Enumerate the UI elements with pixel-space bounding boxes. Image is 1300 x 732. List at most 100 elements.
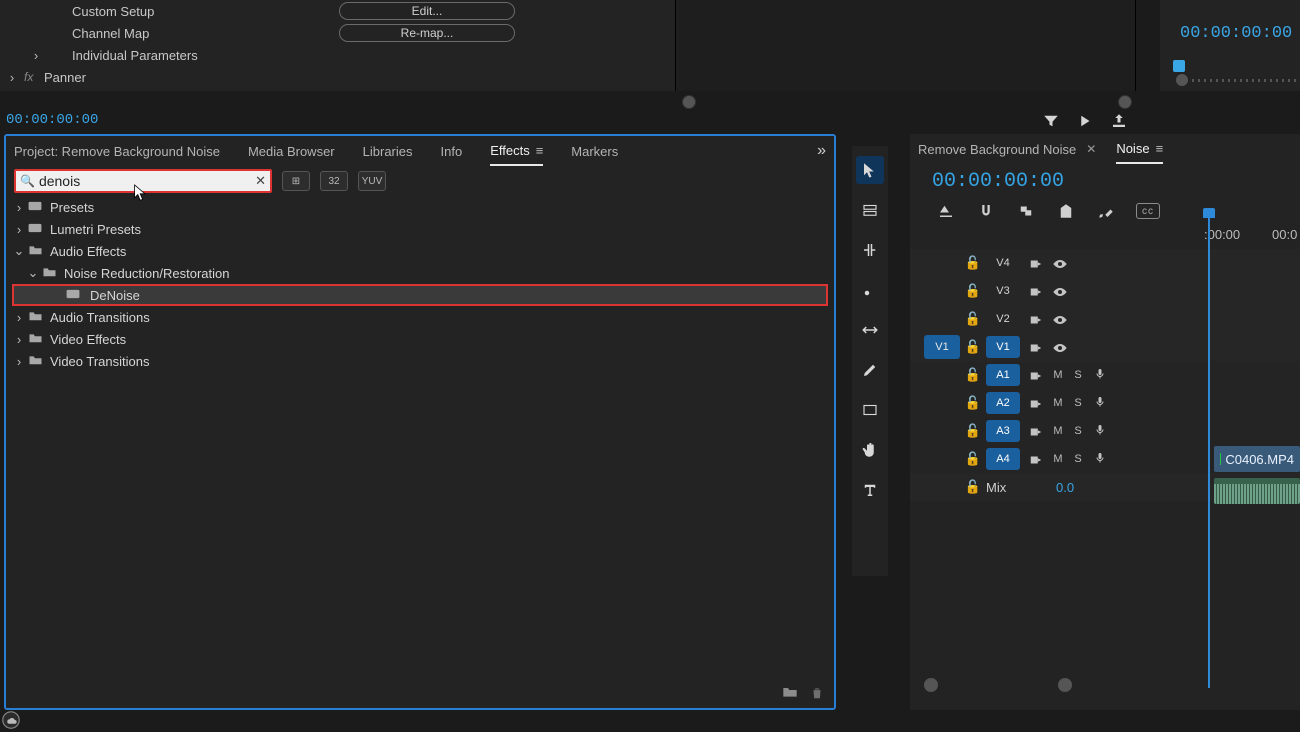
sync-lock-icon[interactable] [1024, 423, 1048, 439]
track-label[interactable]: V3 [986, 280, 1020, 302]
track-label[interactable]: A2 [986, 392, 1020, 414]
trash-icon[interactable] [810, 685, 824, 704]
track-a3[interactable]: 🔓 A3 M S [910, 417, 1300, 445]
track-select-tool[interactable] [856, 196, 884, 224]
toggle-output-icon[interactable] [1048, 312, 1072, 327]
voiceover-record-icon[interactable] [1088, 423, 1112, 440]
solo-toggle[interactable]: S [1068, 425, 1088, 437]
close-tab-icon[interactable]: ✕ [1086, 142, 1096, 156]
track-a2[interactable]: 🔓 A2 M S [910, 389, 1300, 417]
source-patch-v1[interactable]: V1 [924, 335, 960, 359]
tab-info[interactable]: Info [441, 136, 463, 166]
tree-presets[interactable]: › Presets [6, 196, 834, 218]
chevron-down-icon[interactable]: ⌄ [24, 265, 42, 281]
lock-icon[interactable]: 🔓 [964, 311, 982, 327]
track-v2[interactable]: 🔓 V2 [910, 305, 1300, 333]
track-label[interactable]: V4 [986, 252, 1020, 274]
pen-tool[interactable] [856, 356, 884, 384]
filter-icon[interactable] [1042, 112, 1060, 133]
scroll-thumb[interactable] [682, 95, 696, 109]
tab-libraries[interactable]: Libraries [363, 136, 413, 166]
timeline-ruler[interactable]: :00:00 00:0 [1200, 227, 1300, 245]
rectangle-tool[interactable] [856, 396, 884, 424]
sync-lock-icon[interactable] [1024, 283, 1048, 299]
clip-audio-c0406[interactable] [1214, 478, 1300, 504]
track-label[interactable]: A1 [986, 364, 1020, 386]
tab-effects[interactable]: Effects≡ [490, 136, 543, 166]
tree-lumetri-presets[interactable]: › Lumetri Presets [6, 218, 834, 240]
settings-icon[interactable] [1096, 201, 1116, 221]
mute-toggle[interactable]: M [1048, 425, 1068, 437]
playhead[interactable] [1208, 208, 1210, 688]
type-tool[interactable] [856, 476, 884, 504]
toggle-output-icon[interactable] [1048, 256, 1072, 271]
timeline-zoom-scroll[interactable] [924, 678, 1072, 692]
scroll-thumb[interactable] [1118, 95, 1132, 109]
voiceover-record-icon[interactable] [1088, 395, 1112, 412]
tree-audio-effects[interactable]: ⌄ Audio Effects [6, 240, 834, 262]
effects-search-input[interactable] [39, 173, 255, 189]
track-v1[interactable]: V1 🔓 V1 [910, 333, 1300, 361]
sync-lock-icon[interactable] [1024, 395, 1048, 411]
tab-markers[interactable]: Markers [571, 136, 618, 166]
yuv-filter[interactable]: YUV [358, 171, 386, 191]
sync-lock-icon[interactable] [1024, 311, 1048, 327]
sync-lock-icon[interactable] [1024, 367, 1048, 383]
ripple-edit-tool[interactable] [856, 236, 884, 264]
razor-tool[interactable] [856, 276, 884, 304]
captions-toggle[interactable]: cc [1136, 203, 1160, 219]
selection-tool[interactable] [856, 156, 884, 184]
panel-menu-icon[interactable]: ≡ [1156, 141, 1164, 156]
track-label[interactable]: A4 [986, 448, 1020, 470]
timeline-timecode[interactable]: 00:00:00:00 [910, 164, 1300, 199]
add-marker-icon[interactable] [1056, 201, 1076, 221]
toggle-output-icon[interactable] [1048, 340, 1072, 355]
panel-menu-icon[interactable]: ≡ [536, 143, 544, 158]
lock-icon[interactable]: 🔓 [964, 451, 982, 467]
remap-button[interactable]: Re-map... [339, 24, 515, 42]
lock-icon[interactable]: 🔓 [964, 367, 982, 383]
tab-sequence-noise[interactable]: Noise ≡ [1116, 134, 1163, 164]
mute-toggle[interactable]: M [1048, 369, 1068, 381]
track-label[interactable]: A3 [986, 420, 1020, 442]
accelerated-effects-filter[interactable]: ⊞ [282, 171, 310, 191]
zoom-handle[interactable] [1058, 678, 1072, 692]
zoom-slider[interactable] [1186, 79, 1296, 82]
source-timecode[interactable]: 00:00:00:00 [6, 112, 98, 128]
chevron-right-icon[interactable]: › [10, 310, 28, 325]
track-v4[interactable]: 🔓 V4 [910, 249, 1300, 277]
voiceover-record-icon[interactable] [1088, 451, 1112, 468]
expand-individual-parameters[interactable]: › [24, 48, 48, 63]
insert-sequence-icon[interactable] [936, 201, 956, 221]
export-icon[interactable] [1110, 112, 1128, 133]
tree-item-denoise[interactable]: DeNoise [12, 284, 828, 306]
lock-icon[interactable]: 🔓 [964, 283, 982, 299]
lock-icon[interactable]: 🔓 [964, 255, 982, 271]
track-a1[interactable]: 🔓 A1 M S [910, 361, 1300, 389]
mute-toggle[interactable]: M [1048, 397, 1068, 409]
new-bin-icon[interactable] [782, 685, 798, 704]
solo-toggle[interactable]: S [1068, 453, 1088, 465]
snap-icon[interactable] [976, 201, 996, 221]
tree-audio-transitions[interactable]: › Audio Transitions [6, 306, 834, 328]
expand-panner[interactable]: › [0, 70, 24, 85]
lock-icon[interactable]: 🔓 [964, 423, 982, 439]
clear-search-icon[interactable]: ✕ [255, 173, 266, 189]
zoom-handle[interactable] [924, 678, 938, 692]
mute-toggle[interactable]: M [1048, 453, 1068, 465]
track-label[interactable]: V2 [986, 308, 1020, 330]
edit-button[interactable]: Edit... [339, 2, 515, 20]
track-v3[interactable]: 🔓 V3 [910, 277, 1300, 305]
toggle-output-icon[interactable] [1048, 284, 1072, 299]
lock-icon[interactable]: 🔓 [964, 395, 982, 411]
tree-video-transitions[interactable]: › Video Transitions [6, 350, 834, 372]
32bit-filter[interactable]: 32 [320, 171, 348, 191]
chevron-right-icon[interactable]: › [10, 200, 28, 215]
tab-sequence-remove-bg-noise[interactable]: Remove Background Noise ✕ [918, 134, 1096, 164]
tree-noise-reduction[interactable]: ⌄ Noise Reduction/Restoration [6, 262, 834, 284]
program-monitor-timecode[interactable]: 00:00:00:00 [1180, 24, 1292, 43]
chevron-down-icon[interactable]: ⌄ [10, 243, 28, 259]
solo-toggle[interactable]: S [1068, 397, 1088, 409]
chevron-right-icon[interactable]: › [10, 354, 28, 369]
lock-icon[interactable]: 🔓 [964, 479, 982, 495]
